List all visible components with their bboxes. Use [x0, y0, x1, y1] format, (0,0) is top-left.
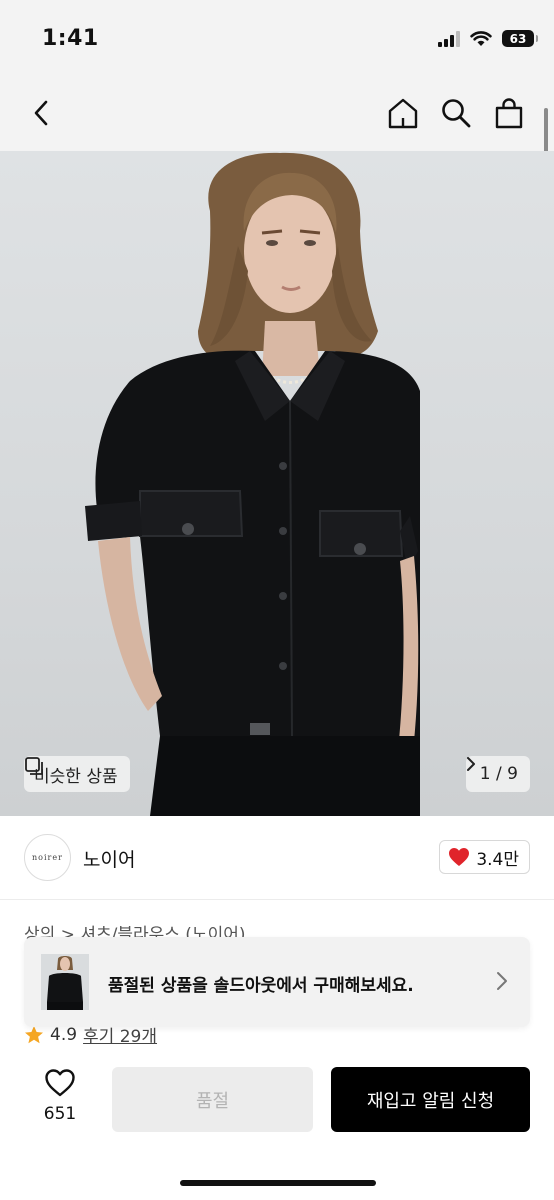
back-button[interactable]	[20, 91, 64, 135]
star-icon	[25, 1025, 43, 1043]
brand-name[interactable]: 노이어	[83, 845, 135, 872]
bottom-action-bar: 651 품절 재입고 알림 신청	[0, 1048, 554, 1200]
brand-logo[interactable]: noirer	[24, 834, 71, 881]
soldout-button: 품절	[112, 1067, 313, 1132]
product-photo	[85, 152, 420, 816]
soldout-banner[interactable]: 품절된 상품을 솔드아웃에서 구매해보세요.	[24, 937, 530, 1027]
restock-alert-button[interactable]: 재입고 알림 신청	[331, 1067, 530, 1132]
similar-products-label: 비슷한 상품	[34, 766, 118, 787]
wishlist-count: 651	[43, 1104, 77, 1124]
similar-products-button[interactable]: 비슷한 상품	[24, 756, 130, 792]
home-icon	[388, 98, 418, 129]
wishlist-button[interactable]: 651	[36, 1068, 84, 1124]
rating-score: 4.9	[50, 1024, 78, 1045]
battery-icon: 63	[502, 30, 538, 47]
search-icon	[442, 99, 471, 128]
like-button[interactable]: 3.4만	[439, 840, 530, 874]
chevron-right-icon	[497, 972, 507, 990]
image-pager-button[interactable]: 1 / 9	[465, 756, 530, 792]
status-icons: 63	[438, 30, 538, 47]
home-button[interactable]	[381, 91, 425, 135]
brand-row: noirer 노이어 3.4만	[0, 816, 554, 900]
top-nav-bar	[0, 75, 554, 151]
product-image-gallery[interactable]: 비슷한 상품 1 / 9	[0, 151, 554, 816]
heart-outline-icon	[45, 1069, 75, 1097]
heart-filled-icon	[449, 848, 470, 866]
image-pager-text: 1 / 9	[479, 764, 518, 784]
search-button[interactable]	[434, 91, 478, 135]
banner-message: 품절된 상품을 솔드아웃에서 구매해보세요.	[108, 976, 414, 996]
cart-button[interactable]	[487, 91, 531, 135]
shopping-bag-icon	[495, 98, 523, 129]
status-bar: 1:41 63	[0, 0, 554, 75]
cellular-signal-icon	[438, 30, 460, 47]
similar-items-icon	[25, 757, 43, 775]
home-indicator[interactable]	[180, 1180, 376, 1186]
chevron-left-icon	[34, 100, 48, 126]
banner-product-thumbnail	[41, 954, 89, 1010]
chevron-right-icon	[466, 757, 475, 771]
wifi-icon	[470, 31, 492, 46]
like-count: 3.4만	[476, 849, 519, 870]
status-time: 1:41	[42, 26, 99, 51]
